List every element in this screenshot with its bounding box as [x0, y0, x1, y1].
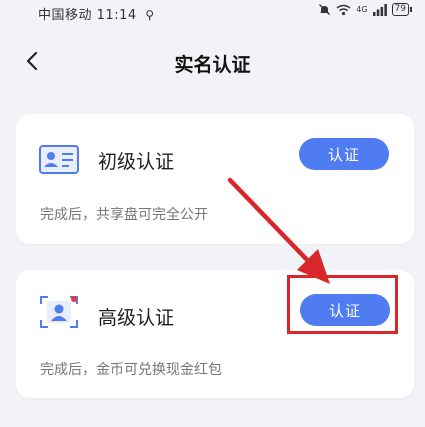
annotation-highlight-box — [287, 275, 398, 334]
battery-icon: 79 — [391, 3, 413, 16]
mute-bell-icon — [319, 4, 331, 15]
page-title: 实名认证 — [174, 54, 251, 76]
basic-verification-title: 初级认证 — [98, 151, 175, 173]
advanced-verification-description: 完成后，金币可兑换现金红包 — [40, 362, 222, 378]
face-scan-icon — [40, 296, 78, 328]
status-bar: 中国移动 11:14 ⚲ 4G 79 — [0, 0, 425, 26]
advanced-verification-title: 高级认证 — [98, 307, 175, 329]
wifi-icon — [336, 4, 351, 15]
network-tag: 4G — [356, 5, 368, 14]
status-right: 4G 79 — [318, 3, 413, 16]
usb-icon: ⚲ — [145, 8, 155, 22]
basic-verify-button[interactable]: 认证 — [299, 138, 389, 170]
id-card-icon — [39, 145, 79, 174]
status-left: 中国移动 11:14 ⚲ — [38, 4, 155, 23]
carrier-label: 中国移动 — [38, 8, 93, 23]
signal-icon — [372, 3, 387, 16]
basic-verification-description: 完成后，共享盘可完全公开 — [40, 207, 208, 223]
nav-bar: 实名认证 — [0, 40, 425, 84]
basic-verification-card: 初级认证 认证 完成后，共享盘可完全公开 — [16, 114, 414, 244]
clock: 11:14 — [96, 8, 137, 23]
